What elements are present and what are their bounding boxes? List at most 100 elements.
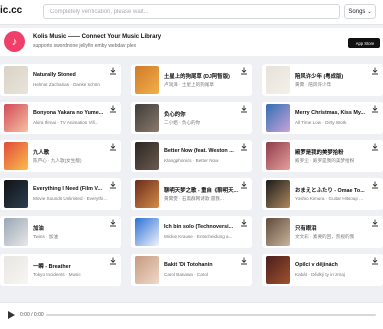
download-icon[interactable] <box>240 67 248 75</box>
download-icon[interactable] <box>109 181 117 189</box>
song-title: 九人歌 <box>33 150 50 156</box>
site-logo[interactable]: ic.cc <box>0 5 22 16</box>
song-title: Bakit 'Di Totohanin <box>164 262 213 268</box>
song-artist: Yoshio Kimura · Guitar Hitsoup ... <box>295 196 363 201</box>
song-card[interactable]: 一瞬 - Breather Tokyo Incidents · Music <box>0 254 121 286</box>
song-card[interactable]: 负心的你二小姐 · 负心的你 <box>131 102 252 134</box>
song-title: 殿罗是我的美梦拾粉 <box>295 150 344 156</box>
search-type-select[interactable]: Songs ⌄ <box>344 4 376 19</box>
search-input[interactable] <box>43 4 340 19</box>
album-cover <box>4 66 28 94</box>
progress-bar[interactable] <box>46 314 376 316</box>
download-icon[interactable] <box>371 105 379 113</box>
album-cover <box>135 256 159 284</box>
song-card[interactable]: Ich bin solo (Technoversi... Mickie Kraus… <box>131 216 252 248</box>
album-cover <box>135 218 159 246</box>
music-note-icon: ♪ <box>4 31 25 52</box>
audio-player: 0:00 / 0:00 <box>0 302 383 329</box>
banner-title: Kolis Music —— Connect Your Music Librar… <box>33 34 162 40</box>
download-icon[interactable] <box>240 105 248 113</box>
album-cover <box>266 104 290 132</box>
song-card[interactable]: 加油 Twins · 加油 <box>0 216 121 248</box>
song-title: Opilci v dějinách <box>295 262 338 268</box>
song-card[interactable]: Bonyona Yakara no Yume... Akira Ifenai · … <box>0 102 121 134</box>
song-artist: 卢润泽 · 土星上的狗尾草 <box>164 82 215 87</box>
song-artist: 殿罗尘 · 殿罗是我的美梦拾粉 <box>295 158 355 163</box>
song-artist: Helmut Zacharias · Danke schön <box>33 82 100 87</box>
album-cover <box>266 142 290 170</box>
album-cover <box>135 66 159 94</box>
album-cover <box>135 142 159 170</box>
download-icon[interactable] <box>109 105 117 113</box>
download-icon[interactable] <box>240 181 248 189</box>
download-icon[interactable] <box>240 143 248 151</box>
album-cover <box>4 104 28 132</box>
search-type-label: Songs <box>348 8 366 15</box>
download-icon[interactable] <box>240 257 248 265</box>
song-card[interactable]: Bakit 'Di Totohanin Carol Banawa · Carol <box>131 254 252 286</box>
album-cover <box>4 142 28 170</box>
song-title: 聊明天梦之歌 - 重自《聊明天... <box>164 188 238 194</box>
song-title: 陪风许少年 (粤成版) <box>295 74 344 80</box>
song-artist: Carol Banawa · Carol <box>164 272 208 277</box>
song-title: Bonyona Yakara no Yume... <box>33 110 104 116</box>
album-cover <box>266 66 290 94</box>
album-cover <box>135 104 159 132</box>
song-card[interactable]: おまえとふたり - Omae To... Yoshio Kimura · Guit… <box>262 178 383 210</box>
song-artist: 文文彩 · 素要的回，凯视的我 <box>295 234 355 239</box>
album-cover <box>135 180 159 208</box>
app-store-button[interactable]: App Store <box>348 38 380 48</box>
song-title: Better Now (feat. Weston ... <box>164 148 234 154</box>
song-card[interactable]: 殿罗是我的美梦拾粉殿罗尘 · 殿罗是我的美梦拾粉 <box>262 140 383 172</box>
album-cover <box>4 256 28 284</box>
song-title: Everything I Need (Film V... <box>33 186 102 192</box>
song-card[interactable]: Naturally Stoned Helmut Zacharias · Danke… <box>0 64 121 96</box>
song-card[interactable]: 只有眼泪文文彩 · 素要的回，凯视的我 <box>262 216 383 248</box>
chevron-down-icon: ⌄ <box>367 8 372 15</box>
song-card[interactable]: 土星上的狗尾草 (DJ阿智版) 卢润泽 · 土星上的狗尾草 <box>131 64 252 96</box>
album-cover <box>266 180 290 208</box>
download-icon[interactable] <box>109 143 117 151</box>
song-artist: Akira Ifenai · TV Animation Vill... <box>33 120 99 125</box>
album-cover <box>4 218 28 246</box>
download-icon[interactable] <box>371 67 379 75</box>
download-icon[interactable] <box>371 181 379 189</box>
player-time: 0:00 / 0:00 <box>20 312 44 318</box>
banner-subtitle: supports swordnone jellyfin emby webdav … <box>33 43 137 49</box>
song-title: 一瞬 - Breather <box>33 264 71 270</box>
song-card[interactable]: Opilci v dějinách Kabát · Dědký ty in zma… <box>262 254 383 286</box>
song-artist: 陈芦心 · 九人歌(女生版) <box>33 158 82 163</box>
song-title: Ich bin solo (Technoversi... <box>164 224 234 230</box>
song-title: Merry Christmas, Kiss My... <box>295 110 366 116</box>
download-icon[interactable] <box>371 257 379 265</box>
song-title: 只有眼泪 <box>295 226 317 232</box>
download-icon[interactable] <box>109 257 117 265</box>
song-artist: All Time Low · Dirty Work <box>295 120 347 125</box>
song-card[interactable]: 陪风许少年 (粤成版) 黄霄 · 陪风许少年 <box>262 64 383 96</box>
album-cover <box>266 256 290 284</box>
song-artist: 黄霄雯 · 石黑群网诗歌 雷我... <box>164 196 224 201</box>
song-artist: Klangphonics · Better Now <box>164 158 219 163</box>
app-store-label: App Store <box>355 40 375 46</box>
download-icon[interactable] <box>240 219 248 227</box>
song-card[interactable]: Merry Christmas, Kiss My... All Time Low … <box>262 102 383 134</box>
song-artist: Kabát · Dědký ty in zmaj <box>295 272 345 277</box>
song-artist: Tokyo Incidents · Music <box>33 272 81 277</box>
app-promo-banner: ♪ Kolis Music —— Connect Your Music Libr… <box>0 28 383 56</box>
song-artist: Twins · 加油 <box>33 234 59 239</box>
download-icon[interactable] <box>109 67 117 75</box>
song-artist: Mickie Krause · Entscheidung a... <box>164 234 233 239</box>
song-title: 加油 <box>33 226 44 232</box>
song-artist: Movie Sounds Unlimited · Everything... <box>33 196 109 201</box>
song-card[interactable]: 聊明天梦之歌 - 重自《聊明天... 黄霄雯 · 石黑群网诗歌 雷我... <box>131 178 252 210</box>
song-title: 负心的你 <box>164 112 186 118</box>
song-card[interactable]: Everything I Need (Film V... Movie Sounds… <box>0 178 121 210</box>
download-icon[interactable] <box>109 219 117 227</box>
song-card[interactable]: Better Now (feat. Weston ... Klangphonics… <box>131 140 252 172</box>
top-bar: ic.cc Songs ⌄ <box>0 0 383 25</box>
song-card[interactable]: 九人歌陈芦心 · 九人歌(女生版) <box>0 140 121 172</box>
play-icon[interactable] <box>6 310 16 320</box>
download-icon[interactable] <box>371 219 379 227</box>
song-artist: 二小姐 · 负心的你 <box>164 120 201 125</box>
download-icon[interactable] <box>371 143 379 151</box>
